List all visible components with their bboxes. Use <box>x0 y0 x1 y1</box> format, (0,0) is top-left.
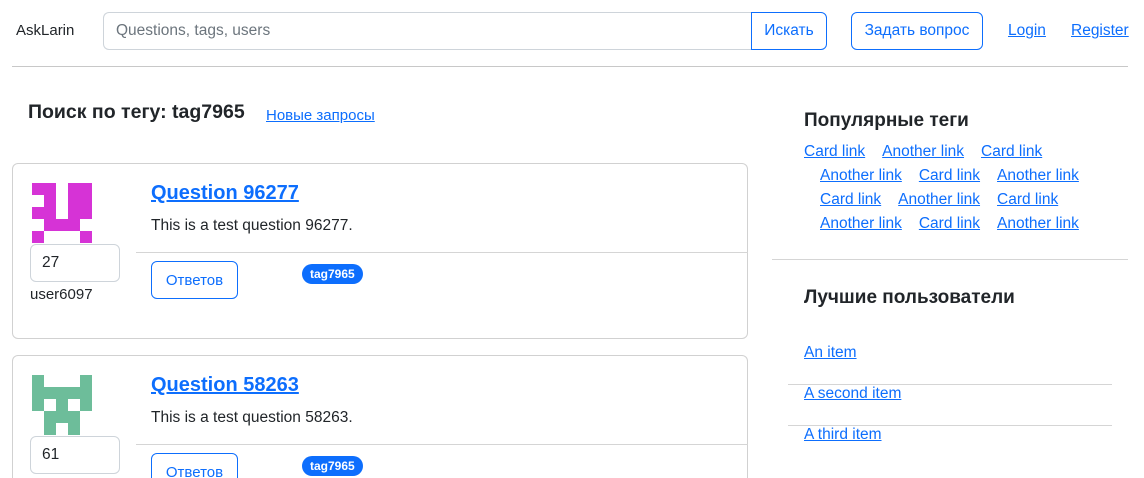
user-avatar-icon[interactable] <box>32 375 92 435</box>
question-card: 27 user6097 Question 96277 This is a tes… <box>12 163 748 339</box>
tag-row: Card link Another link Card link <box>804 143 1059 161</box>
rating-field[interactable]: 27 <box>30 244 120 282</box>
ask-question-button[interactable]: Задать вопрос <box>851 12 983 50</box>
popular-tag-link[interactable]: Card link <box>919 167 980 184</box>
popular-tags-title: Популярные теги <box>804 110 969 131</box>
register-link[interactable]: Register <box>1071 22 1129 40</box>
question-text: This is a test question 96277. <box>151 217 353 234</box>
tag-badge[interactable]: tag7965 <box>302 456 363 476</box>
user-list-item: A second item <box>788 385 1112 426</box>
user-link[interactable]: A third item <box>804 426 882 444</box>
rating-field[interactable]: 61 <box>30 436 120 474</box>
brand[interactable]: AskLarin <box>16 22 74 39</box>
popular-tag-link[interactable]: Another link <box>882 143 964 160</box>
question-title-link[interactable]: Question 96277 <box>151 182 299 205</box>
popular-tag-link[interactable]: Card link <box>919 215 980 232</box>
page-title: Поиск по тегу: tag7965 <box>28 101 245 123</box>
card-divider <box>136 252 748 253</box>
popular-tag-link[interactable]: Another link <box>820 215 902 232</box>
user-avatar-icon[interactable] <box>32 183 92 243</box>
tag-badge[interactable]: tag7965 <box>302 264 363 284</box>
user-list-item: An item <box>788 344 1112 385</box>
search-input[interactable] <box>103 12 752 50</box>
popular-tag-link[interactable]: Another link <box>997 167 1079 184</box>
header-divider <box>12 66 1128 67</box>
popular-tag-link[interactable]: Card link <box>804 143 865 160</box>
popular-tag-link[interactable]: Another link <box>898 191 980 208</box>
best-users-title: Лучшие пользователи <box>804 287 1015 308</box>
search-button[interactable]: Искать <box>751 12 827 50</box>
card-divider <box>136 444 748 445</box>
sidebar-divider <box>772 259 1128 260</box>
popular-tag-link[interactable]: Card link <box>981 143 1042 160</box>
tag-row: Another link Card link Another link <box>820 167 1096 185</box>
popular-tag-link[interactable]: Card link <box>820 191 881 208</box>
question-title-link[interactable]: Question 58263 <box>151 374 299 397</box>
user-link[interactable]: A second item <box>804 385 901 403</box>
new-questions-link[interactable]: Новые запросы <box>266 107 375 124</box>
author-username: user6097 <box>30 286 93 303</box>
answers-button[interactable]: Ответов <box>151 261 238 299</box>
popular-tag-link[interactable]: Another link <box>820 167 902 184</box>
answers-button[interactable]: Ответов <box>151 453 238 478</box>
question-text: This is a test question 58263. <box>151 409 353 426</box>
tag-row: Card link Another link Card link <box>820 191 1075 209</box>
login-link[interactable]: Login <box>1008 22 1046 40</box>
question-card: 61 Question 58263 This is a test questio… <box>12 355 748 478</box>
user-list-item: A third item <box>788 426 1112 467</box>
popular-tag-link[interactable]: Card link <box>997 191 1058 208</box>
popular-tag-link[interactable]: Another link <box>997 215 1079 232</box>
tag-row: Another link Card link Another link <box>820 215 1096 233</box>
user-link[interactable]: An item <box>804 344 857 362</box>
